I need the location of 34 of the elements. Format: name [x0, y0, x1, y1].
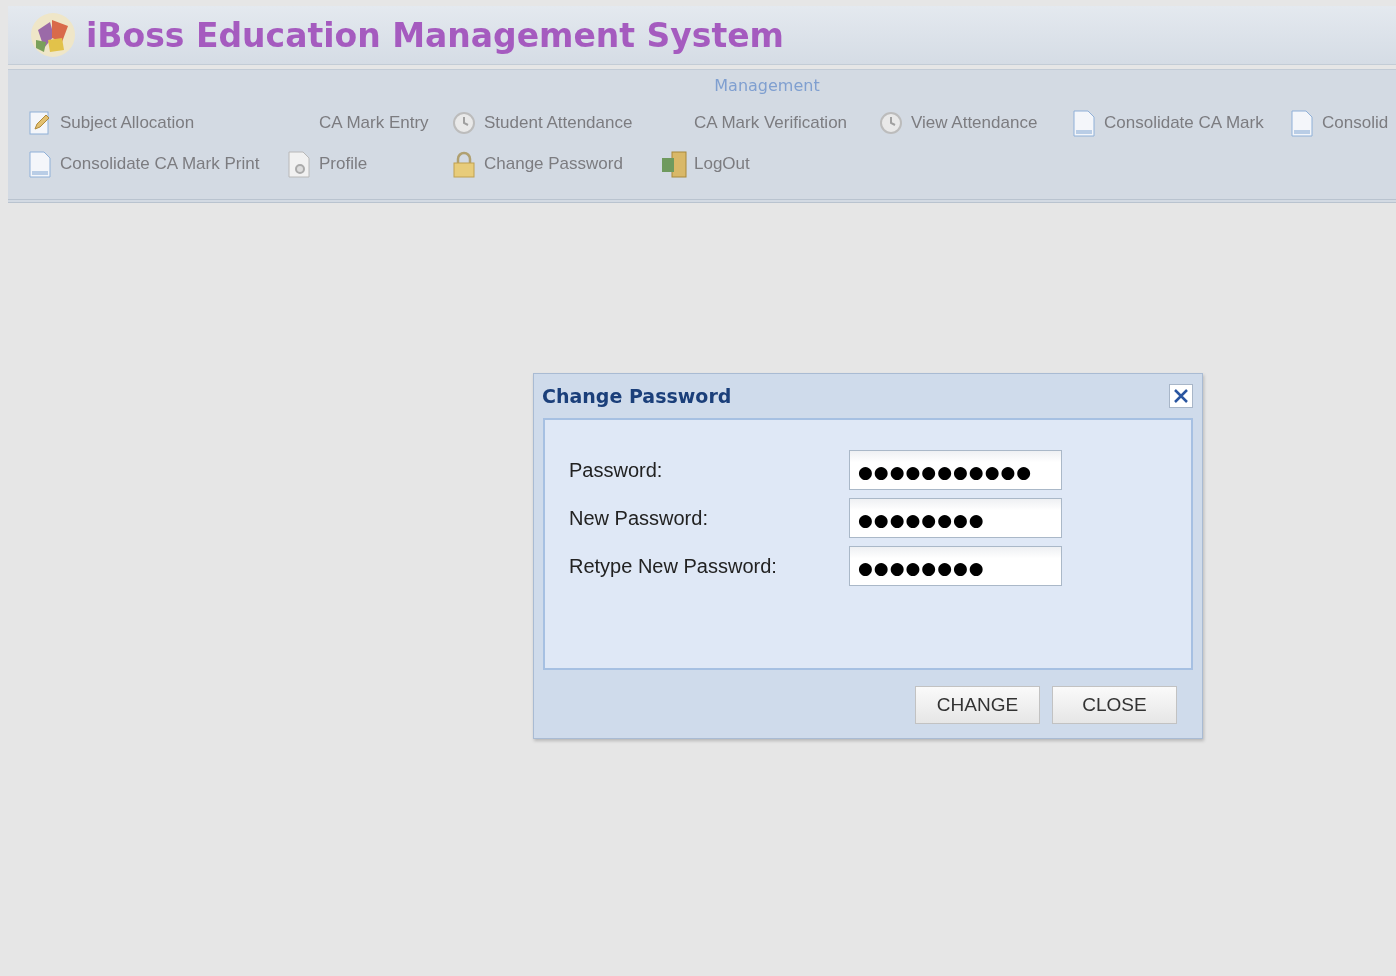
document-icon: [29, 150, 51, 178]
app-title: iBoss Education Management System: [86, 15, 784, 55]
change-button[interactable]: CHANGE: [915, 686, 1040, 724]
dialog-title: Change Password: [542, 385, 732, 407]
lock-icon: [452, 150, 476, 178]
logo-icon: [28, 10, 78, 60]
password-field[interactable]: ●●●●●●●●: [849, 546, 1062, 586]
document-gear-icon: [288, 150, 310, 178]
field-label: New Password:: [569, 506, 709, 531]
password-field[interactable]: ●●●●●●●●●●●: [849, 450, 1062, 490]
exit-door-icon: [660, 150, 688, 178]
menu-item[interactable]: Subject Allocation: [26, 109, 285, 137]
menu-item[interactable]: Student Attendance: [450, 109, 660, 137]
close-dialog-button[interactable]: CLOSE: [1052, 686, 1177, 724]
menu-title: Management: [714, 76, 820, 95]
menu-item[interactable]: CA Mark Entry: [285, 109, 450, 137]
document-icon: [1073, 109, 1095, 137]
menu-item[interactable]: Consolidate CA Mark: [1070, 109, 1288, 137]
menu-item[interactable]: Profile: [285, 150, 450, 178]
menu-item[interactable]: Consolidate CA Mark Print: [26, 150, 285, 178]
edit-document-icon: [28, 110, 52, 136]
password-field[interactable]: ●●●●●●●●: [849, 498, 1062, 538]
field-label: Retype New Password:: [569, 554, 778, 579]
menu-item[interactable]: CA Mark Verification: [660, 109, 877, 137]
menu-item[interactable]: Consolid: [1288, 109, 1396, 137]
clock-icon: [452, 111, 476, 135]
menu-item[interactable]: View Attendance: [877, 109, 1070, 137]
close-icon: [1173, 388, 1189, 404]
clock-icon: [879, 111, 903, 135]
close-button[interactable]: [1169, 384, 1193, 408]
field-label: Password:: [569, 458, 664, 483]
document-icon: [1291, 109, 1313, 137]
menu-item[interactable]: LogOut: [660, 150, 877, 178]
menu-item[interactable]: Change Password: [450, 150, 660, 178]
